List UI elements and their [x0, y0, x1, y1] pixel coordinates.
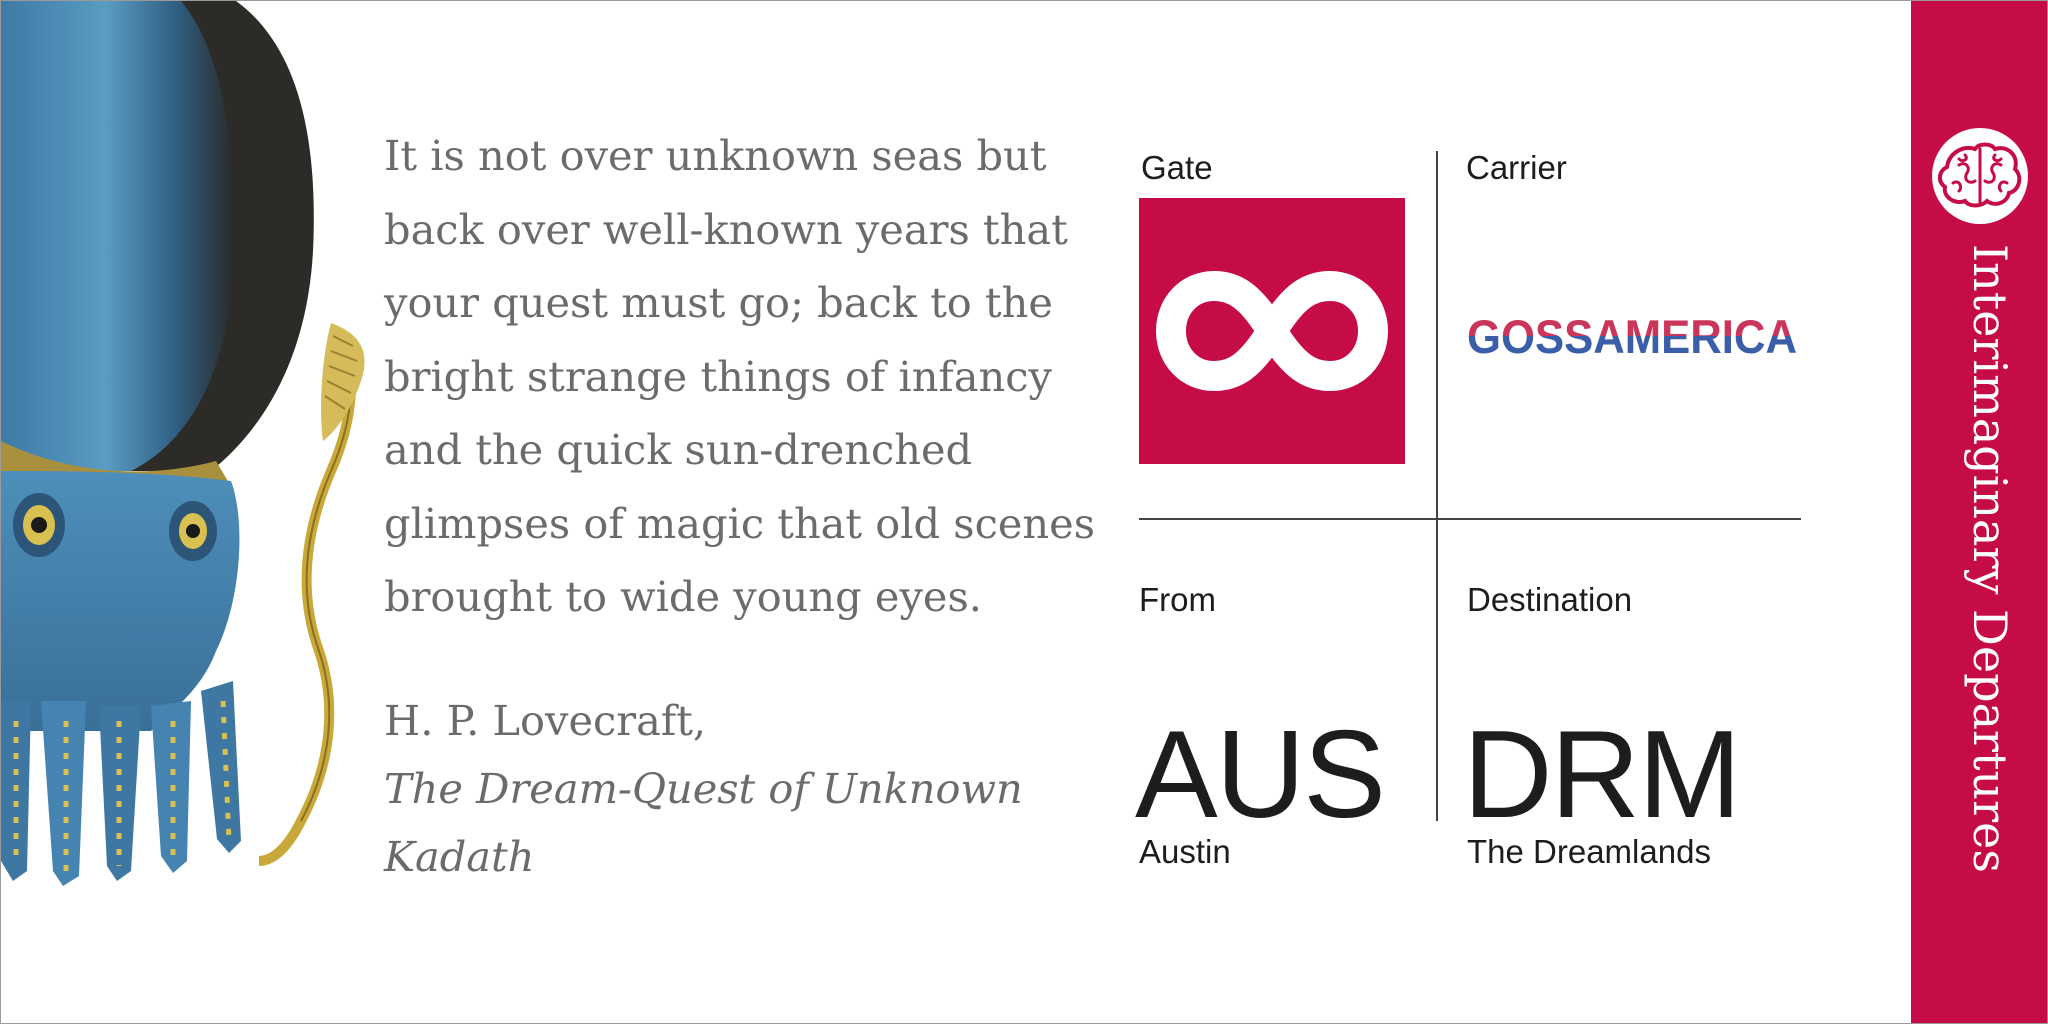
boarding-pass: It is not over unknown seas but back ove… [0, 0, 2048, 1024]
infinity-icon [1156, 271, 1388, 391]
carrier-label: Carrier [1466, 149, 1567, 186]
from-label: From [1139, 581, 1216, 618]
squid-illustration [1, 1, 365, 886]
carrier-logo: GOSSAMERICA GOSSAMERICA [1467, 310, 1797, 363]
gate-badge [1139, 198, 1405, 464]
quote-text: It is not over unknown seas but back ove… [384, 131, 1095, 621]
destination-city: The Dreamlands [1467, 833, 1711, 870]
brain-icon [1932, 128, 2028, 224]
grid-divider-horizontal [1139, 518, 1801, 520]
quote-work-title: The Dream-Quest of Unknown Kadath [384, 764, 1023, 881]
side-title: Interimaginary Departures [1963, 244, 2017, 873]
side-band: Interimaginary Departures [1911, 1, 2047, 1023]
from-city: Austin [1139, 833, 1231, 870]
destination-code: DRM [1463, 706, 1741, 844]
gate-label: Gate [1141, 149, 1213, 186]
destination-label: Destination [1467, 581, 1633, 618]
quote-attribution: H. P. Lovecraft, The Dream-Quest of Unkn… [384, 687, 1144, 891]
grid-divider-vertical [1436, 151, 1438, 821]
quote-author: H. P. Lovecraft, [384, 696, 707, 745]
from-code: AUS [1135, 706, 1386, 844]
